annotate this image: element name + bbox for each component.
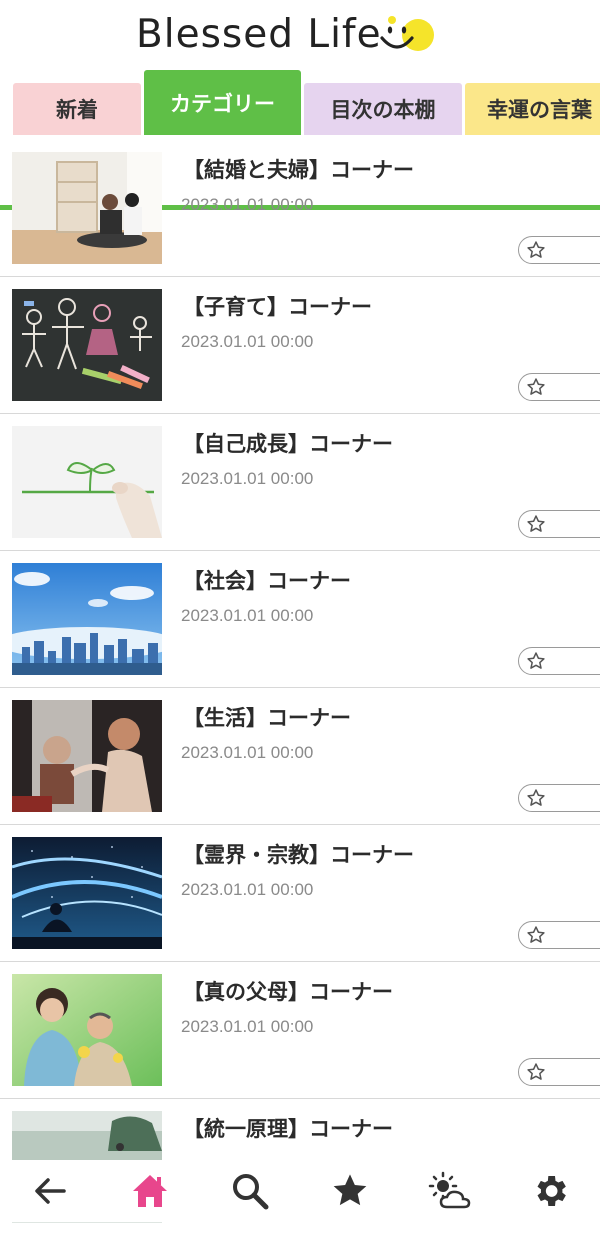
item-title: 【統一原理】コーナー bbox=[183, 1117, 393, 1141]
list-item[interactable]: 【霊界・宗教】コーナー 2023.01.01 00:00 bbox=[0, 825, 600, 962]
item-title: 【自己成長】コーナー bbox=[183, 432, 393, 456]
home-icon bbox=[133, 1175, 167, 1207]
weather-icon bbox=[428, 1171, 471, 1209]
settings-button[interactable] bbox=[520, 1163, 580, 1219]
item-title: 【真の父母】コーナー bbox=[183, 980, 393, 1004]
item-title: 【社会】コーナー bbox=[183, 569, 351, 593]
item-title: 【霊界・宗教】コーナー bbox=[183, 843, 414, 867]
star-outline-icon bbox=[527, 926, 545, 943]
favorite-button[interactable] bbox=[518, 784, 600, 812]
item-date: 2023.01.01 00:00 bbox=[181, 743, 314, 762]
tab-label: 目次の本棚 bbox=[330, 98, 436, 122]
star-outline-icon bbox=[527, 378, 545, 395]
home-button[interactable] bbox=[120, 1163, 180, 1219]
tab-bookshelf[interactable]: 目次の本棚 bbox=[304, 83, 462, 135]
star-outline-icon bbox=[527, 515, 545, 532]
app-logo: Blessed Life bbox=[136, 8, 440, 60]
thumbnail-image bbox=[12, 974, 162, 1086]
weather-button[interactable] bbox=[420, 1163, 480, 1219]
tab-label: 新着 bbox=[56, 98, 98, 122]
list-item[interactable]: 【社会】コーナー 2023.01.01 00:00 bbox=[0, 551, 600, 688]
list-item[interactable]: 【生活】コーナー 2023.01.01 00:00 bbox=[0, 688, 600, 825]
item-date: 2023.01.01 00:00 bbox=[181, 880, 314, 899]
logo-text: Blessed Life bbox=[136, 11, 382, 57]
search-button[interactable] bbox=[220, 1163, 280, 1219]
tab-category[interactable]: カテゴリー bbox=[144, 70, 301, 135]
bottom-navigation bbox=[0, 1160, 600, 1222]
star-icon bbox=[333, 1174, 367, 1206]
gear-icon bbox=[537, 1176, 566, 1206]
back-arrow-icon bbox=[35, 1178, 66, 1204]
thumbnail-image bbox=[12, 837, 162, 949]
favorite-button[interactable] bbox=[518, 373, 600, 401]
star-outline-icon bbox=[527, 789, 545, 806]
item-date: 2023.01.01 00:00 bbox=[181, 332, 314, 351]
back-button[interactable] bbox=[20, 1163, 80, 1219]
tab-label: 幸運の言葉 bbox=[487, 98, 592, 122]
thumbnail-image bbox=[12, 152, 162, 264]
list-item[interactable]: 【子育て】コーナー 2023.01.01 00:00 bbox=[0, 277, 600, 414]
thumbnail-image bbox=[12, 426, 162, 538]
favorite-button[interactable] bbox=[518, 647, 600, 675]
item-date: 2023.01.01 00:00 bbox=[181, 469, 314, 488]
list-item[interactable]: 【結婚と夫婦】コーナー 2023.01.01 00:00 bbox=[0, 140, 600, 277]
tab-new[interactable]: 新着 bbox=[13, 83, 141, 135]
favorite-button[interactable] bbox=[518, 1058, 600, 1086]
favorite-button[interactable] bbox=[518, 921, 600, 949]
thumbnail-image bbox=[12, 289, 162, 401]
list-item[interactable]: 【自己成長】コーナー 2023.01.01 00:00 bbox=[0, 414, 600, 551]
tab-lucky-words[interactable]: 幸運の言葉 bbox=[465, 83, 600, 135]
item-title: 【結婚と夫婦】コーナー bbox=[183, 158, 414, 182]
item-date: 2023.01.01 00:00 bbox=[181, 195, 314, 214]
thumbnail-image bbox=[12, 563, 162, 675]
favorite-button[interactable] bbox=[518, 510, 600, 538]
item-title: 【生活】コーナー bbox=[183, 706, 351, 730]
star-outline-icon bbox=[527, 241, 545, 258]
star-outline-icon bbox=[527, 652, 545, 669]
list-item[interactable]: 【真の父母】コーナー 2023.01.01 00:00 bbox=[0, 962, 600, 1099]
item-title: 【子育て】コーナー bbox=[183, 295, 372, 319]
tab-label: カテゴリー bbox=[170, 91, 275, 116]
search-icon bbox=[233, 1174, 269, 1210]
item-date: 2023.01.01 00:00 bbox=[181, 1017, 314, 1036]
thumbnail-image bbox=[12, 700, 162, 812]
item-date: 2023.01.01 00:00 bbox=[181, 606, 314, 625]
favorites-button[interactable] bbox=[320, 1163, 380, 1219]
app-header: Blessed Life bbox=[0, 0, 600, 70]
star-outline-icon bbox=[527, 1063, 545, 1080]
category-tabs: 新着 カテゴリー 目次の本棚 幸運の言葉 bbox=[0, 70, 600, 210]
smile-logo-icon bbox=[380, 16, 434, 51]
favorite-button[interactable] bbox=[518, 236, 600, 264]
